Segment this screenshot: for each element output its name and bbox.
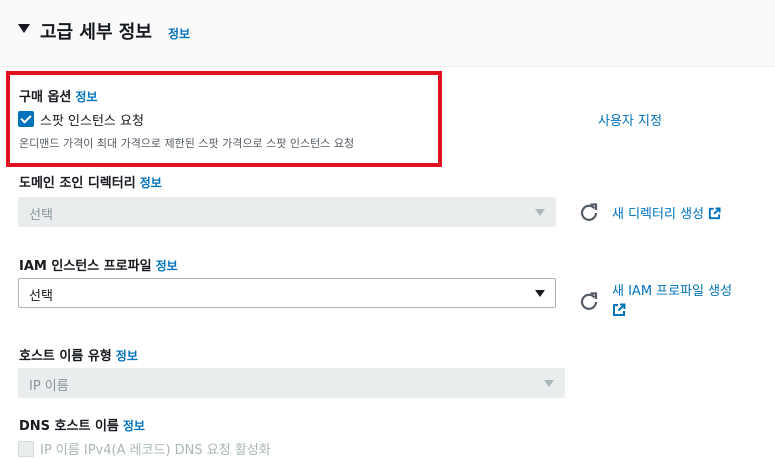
purchase-info-link[interactable]: 정보 (75, 90, 97, 104)
iam-profile-info-link[interactable]: 정보 (156, 259, 178, 273)
domain-join-select: 선택 (18, 197, 556, 227)
create-iam-profile-link[interactable]: 새 IAM 프로파일 생성 (612, 280, 732, 299)
create-directory-link[interactable]: 새 디렉터리 생성 (612, 203, 721, 222)
dropdown-arrow-icon (535, 209, 545, 216)
purchase-option-label-text: 구매 옵션 (19, 90, 72, 105)
hostname-type-label-text: 호스트 이름 유형 (19, 349, 112, 364)
hostname-type-select-value: IP 이름 (29, 379, 69, 394)
domain-join-select-value: 선택 (29, 208, 53, 223)
customize-link[interactable]: 사용자 지정 (598, 110, 662, 129)
external-link-icon[interactable] (612, 303, 626, 317)
dns-hostname-label-text: DNS 호스트 이름 (19, 419, 119, 434)
iam-profile-label: IAM 인스턴스 프로파일 정보 (19, 255, 178, 274)
domain-join-label: 도메인 조인 디렉터리 정보 (19, 172, 162, 191)
caret-down-icon[interactable] (18, 24, 30, 33)
section-info-link[interactable]: 정보 (168, 25, 190, 42)
hostname-type-label: 호스트 이름 유형 정보 (19, 345, 138, 364)
purchase-option-label: 구매 옵션 정보 (19, 86, 97, 105)
dropdown-arrow-icon (544, 380, 554, 387)
iam-profile-label-text: IAM 인스턴스 프로파일 (19, 259, 152, 274)
external-link-icon (708, 207, 721, 220)
create-directory-link-text: 새 디렉터리 생성 (612, 207, 704, 222)
spot-instance-label: 스팟 인스턴스 요청 (40, 114, 144, 129)
iam-profile-select-value: 선택 (29, 289, 53, 304)
section-header[interactable]: 고급 세부 정보 정보 (0, 0, 775, 67)
dropdown-arrow-icon (535, 290, 545, 297)
spot-instance-checkbox[interactable] (18, 111, 34, 127)
domain-join-label-text: 도메인 조인 디렉터리 (19, 176, 136, 191)
dns-ipv4-checkbox (18, 441, 34, 457)
dns-hostname-info-link[interactable]: 정보 (123, 419, 145, 433)
hostname-type-info-link[interactable]: 정보 (116, 349, 138, 363)
dns-hostname-label: DNS 호스트 이름 정보 (19, 415, 145, 434)
iam-profile-select[interactable]: 선택 (18, 278, 556, 308)
spot-instance-description: 온디맨드 가격이 최대 가격으로 제한된 스팟 가격으로 스팟 인스턴스 요청 (19, 137, 355, 150)
refresh-icon[interactable] (579, 291, 599, 311)
section-title: 고급 세부 정보 (40, 22, 152, 43)
domain-join-info-link[interactable]: 정보 (140, 176, 162, 190)
refresh-icon[interactable] (579, 202, 599, 222)
hostname-type-select: IP 이름 (18, 368, 565, 398)
